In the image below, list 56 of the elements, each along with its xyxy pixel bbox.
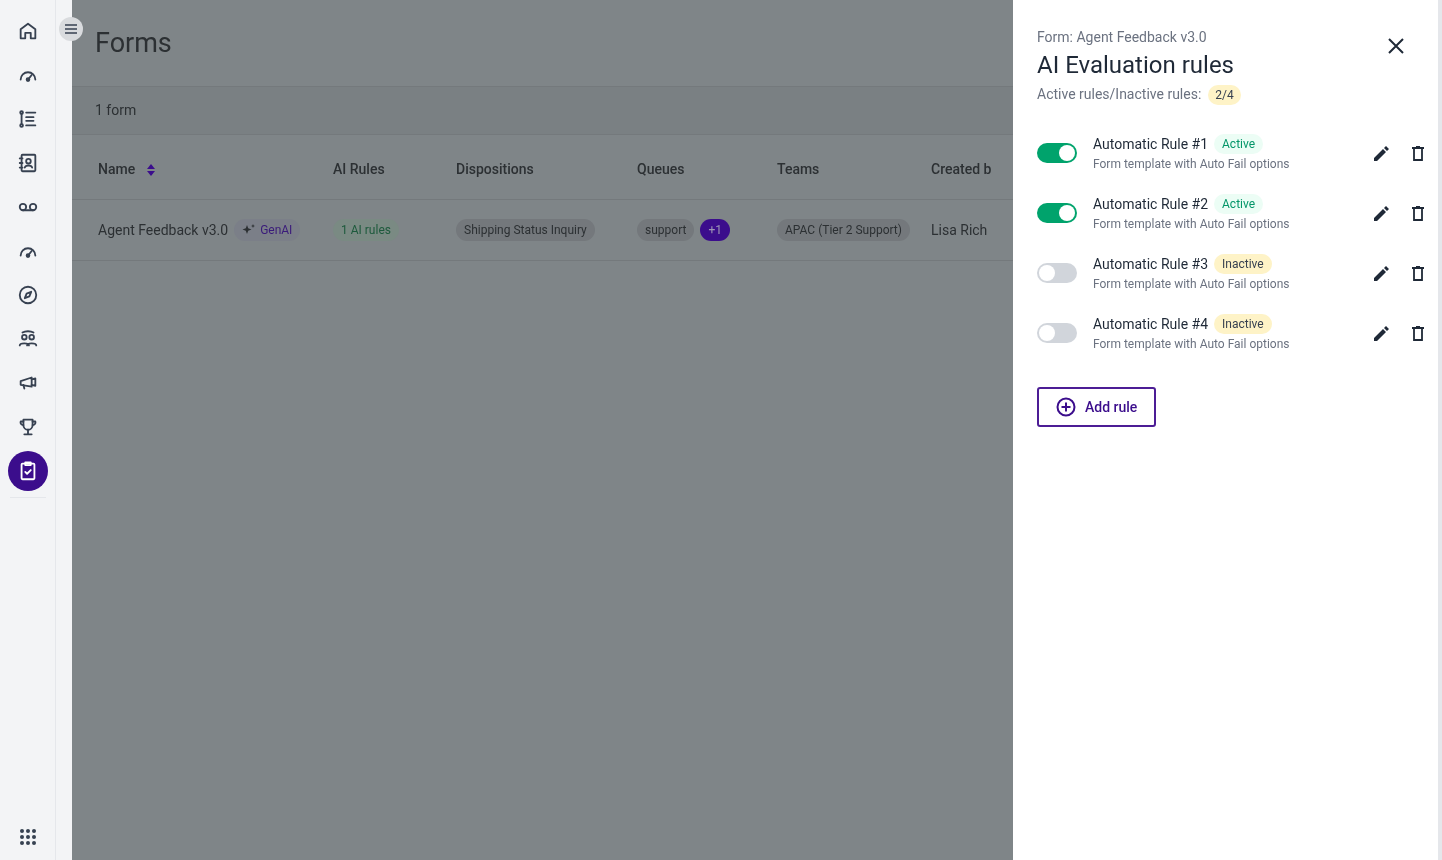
- rule-description: Form template with Auto Fail options: [1093, 215, 1291, 233]
- pencil-icon: [1374, 145, 1390, 161]
- plus-circle-icon: [1056, 397, 1076, 417]
- column-header: Name: [98, 160, 136, 179]
- drawer-subtitle: Form: Agent Feedback v3.0: [1037, 28, 1208, 47]
- column-header: Queues: [637, 160, 685, 179]
- rule-name: Automatic Rule #1: [1093, 134, 1208, 154]
- genai-badge: GenAI: [234, 219, 301, 241]
- pencil-icon: [1374, 325, 1390, 341]
- creator-name: Lisa Rich: [931, 220, 988, 240]
- toggle-switch[interactable]: [1037, 323, 1077, 343]
- trash-icon: [1412, 205, 1424, 221]
- rule-name: Automatic Rule #4: [1093, 314, 1208, 334]
- menu-toggle-button[interactable]: [59, 17, 83, 41]
- contact-book-icon: [16, 152, 39, 174]
- rule-name: Automatic Rule #2: [1093, 194, 1208, 214]
- sparkle-icon: [242, 224, 257, 236]
- form-count: 1 form: [95, 101, 137, 120]
- rule-description: Form template with Auto Fail options: [1093, 275, 1291, 293]
- pencil-icon: [1374, 265, 1390, 281]
- summary-label: Active rules/Inactive rules:: [1037, 85, 1202, 104]
- toggle-switch[interactable]: [1037, 203, 1077, 223]
- apps-grid-icon[interactable]: [18, 828, 37, 846]
- pencil-icon: [1374, 205, 1390, 221]
- column-header: Created b: [931, 160, 992, 179]
- trash-icon: [1412, 145, 1424, 161]
- disposition-tag: Shipping Status Inquiry: [456, 219, 595, 241]
- sidebar-item[interactable]: [7, 451, 48, 491]
- list-icon: [16, 108, 39, 130]
- toggle-switch[interactable]: [1037, 143, 1077, 163]
- status-badge: Active: [1214, 134, 1264, 154]
- status-badge: Active: [1214, 194, 1264, 214]
- trash-icon: [1412, 325, 1424, 341]
- rule-name: Automatic Rule #3: [1093, 254, 1208, 274]
- status-badge: Inactive: [1214, 314, 1272, 334]
- more-count-badge: +1: [700, 219, 730, 241]
- summary-badge: 2/4: [1208, 84, 1241, 105]
- close-icon: [1388, 38, 1404, 54]
- trash-icon: [1412, 265, 1424, 281]
- column-header: Dispositions: [456, 160, 534, 179]
- team-tag: APAC (Tier 2 Support): [777, 219, 910, 241]
- rule-description: Form template with Auto Fail options: [1093, 335, 1291, 353]
- queue-tag: support: [637, 219, 695, 241]
- column-header: AI Rules: [333, 160, 385, 179]
- rule-description: Form template with Auto Fail options: [1093, 155, 1291, 173]
- toggle-switch[interactable]: [1037, 263, 1077, 283]
- menu-icon: [65, 24, 77, 34]
- page-title: Forms: [95, 25, 172, 61]
- column-header: Teams: [777, 160, 820, 179]
- sort-icon[interactable]: [147, 163, 156, 176]
- ai-rules-badge: 1 AI rules: [333, 219, 399, 241]
- drawer-title: AI Evaluation rules: [1037, 50, 1235, 80]
- form-name: Agent Feedback v3.0: [98, 220, 229, 240]
- status-badge: Inactive: [1214, 254, 1272, 274]
- add-rule-button[interactable]: Add rule: [1037, 387, 1157, 427]
- compass-icon: [16, 284, 39, 306]
